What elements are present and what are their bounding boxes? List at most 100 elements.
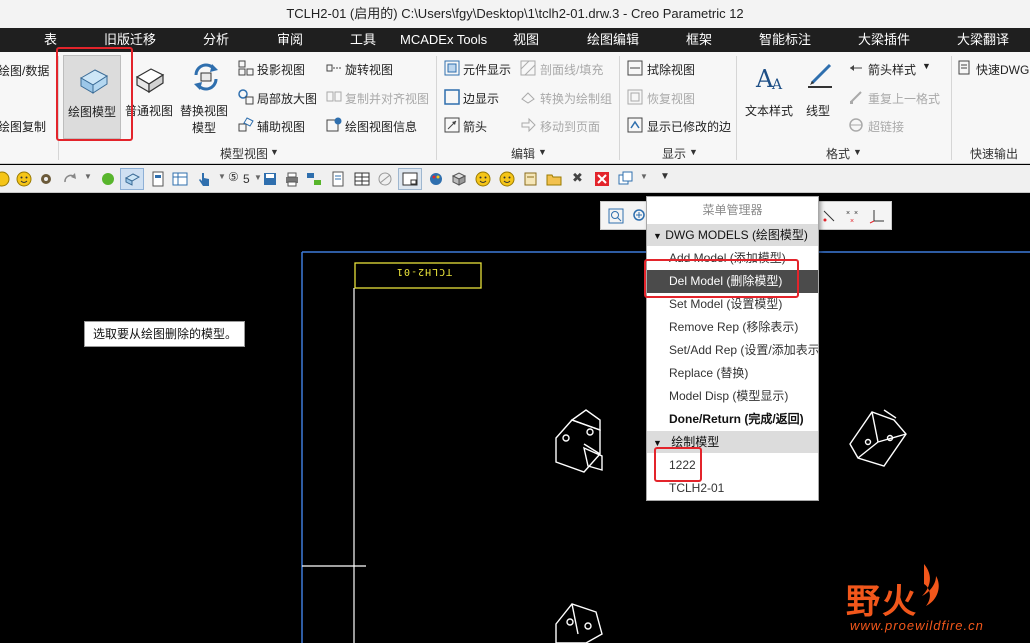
redo-icon[interactable] (62, 171, 78, 187)
table-grid-icon[interactable] (172, 171, 188, 187)
menu-item-replace[interactable]: Replace (替换) (647, 362, 818, 385)
auxiliary-view-icon (238, 117, 254, 132)
replace-view-model-button[interactable]: 替换视图 模型 (178, 55, 232, 139)
smiley-icon[interactable] (16, 171, 32, 187)
chevron-down-icon[interactable]: ▼ (689, 147, 698, 157)
detailed-view-icon (238, 89, 254, 105)
tab-table[interactable]: 表 (44, 28, 57, 52)
erase-view-button[interactable]: 拭除视图 (647, 61, 695, 78)
folder-icon[interactable] (546, 171, 562, 187)
resume-view-button[interactable]: 恢复视图 (647, 90, 695, 107)
replace-view-icon (194, 63, 218, 91)
general-view-button[interactable]: 普通视图 (123, 55, 175, 139)
draw-models-header-label: 绘制模型 (671, 435, 720, 449)
sheet-display-toggle[interactable] (398, 168, 422, 190)
drawing-data-button[interactable]: 绘图/数据 (0, 62, 49, 79)
table-icon[interactable] (354, 171, 370, 187)
menu-item-remove-rep[interactable]: Remove Rep (移除表示) (647, 316, 818, 339)
dwg-models-header[interactable]: ▼ DWG MODELS (绘图模型) (647, 224, 818, 246)
text-style-button[interactable]: A A 文本样式 (742, 55, 798, 139)
zoom-fit-icon[interactable] (608, 208, 624, 224)
coordinate-system-icon[interactable] (869, 208, 885, 224)
repeat-last-format-button[interactable]: 重复上一格式 (868, 90, 940, 107)
print-icon[interactable] (284, 171, 300, 187)
chevron-down-icon[interactable]: ▼ (218, 172, 226, 181)
menu-item-del-model[interactable]: Del Model (删除模型) (647, 270, 818, 293)
line-style-button[interactable]: 线型 (800, 55, 838, 139)
color-palette-icon[interactable] (428, 171, 444, 187)
tab-review[interactable]: 审阅 (277, 28, 303, 52)
settings-gear-icon[interactable] (38, 171, 54, 187)
tab-tools[interactable]: 工具 (350, 28, 376, 52)
close-small-icon[interactable]: ✖ (572, 170, 583, 186)
edge-display-button[interactable]: 边显示 (463, 90, 499, 107)
edit-group-label[interactable]: 编辑 (511, 145, 535, 162)
step-selector[interactable]: ⑤ 5 ▼ (228, 169, 264, 189)
menu-item-done-return[interactable]: Done/Return (完成/返回) (647, 408, 818, 431)
tab-mcadex-tools[interactable]: MCADEx Tools (400, 28, 487, 52)
display-group-label[interactable]: 显示 (662, 145, 686, 162)
draw-model-toggle[interactable] (120, 168, 144, 190)
arrow-button[interactable]: 箭头 (463, 118, 487, 135)
chevron-down-icon[interactable]: ▼ (853, 147, 862, 157)
page-icon[interactable] (150, 171, 166, 187)
notes-icon[interactable] (523, 171, 539, 187)
draw-models-header[interactable]: ▼ 绘制模型 (647, 431, 818, 453)
smiley-icon[interactable] (0, 171, 10, 187)
convert-to-group-button[interactable]: 转换为绘制组 (540, 90, 612, 107)
customize-toolbar-icon[interactable]: ▼ (660, 171, 670, 182)
chevron-down-icon[interactable]: ▼ (538, 147, 547, 157)
component-display-button[interactable]: 元件显示 (463, 61, 511, 78)
erase-view-icon (627, 60, 643, 76)
menu-item-set-model[interactable]: Set Model (设置模型) (647, 293, 818, 316)
detailed-view-button[interactable]: 局部放大图 (257, 90, 317, 107)
model-tree-icon[interactable] (306, 171, 322, 187)
chevron-down-icon[interactable]: ▼ (270, 147, 279, 157)
projection-view-button[interactable]: 投影视图 (257, 61, 305, 78)
cross-hatch-button[interactable]: 剖面线/填充 (540, 61, 603, 78)
model-list-item[interactable]: 1222 (647, 454, 818, 477)
model-views-group-label[interactable]: 模型视图 (220, 145, 268, 162)
document-icon[interactable] (330, 171, 346, 187)
tab-smart-dimension[interactable]: 智能标注 (759, 28, 811, 52)
quick-dwg-button[interactable]: 快速DWG (976, 61, 1029, 78)
drawing-view-info-icon (326, 117, 342, 132)
smiley-icon[interactable] (499, 171, 515, 187)
save-icon[interactable] (262, 171, 278, 187)
move-to-page-button[interactable]: 移动到页面 (540, 118, 600, 135)
revolved-view-button[interactable]: 旋转视图 (345, 61, 393, 78)
tab-view[interactable]: 视图 (513, 28, 539, 52)
smiley-icon[interactable] (475, 171, 491, 187)
format-group-label[interactable]: 格式 (826, 145, 850, 162)
draw-model-button[interactable]: 绘图模型 (63, 55, 121, 139)
layer-icon[interactable] (377, 171, 393, 187)
drawing-copy-button[interactable]: 绘图复制 (0, 118, 46, 135)
drawing-view-info-button[interactable]: 绘图视图信息 (345, 118, 417, 135)
menu-item-model-disp[interactable]: Model Disp (模型显示) (647, 385, 818, 408)
arrow-style-button[interactable]: 箭头样式 (868, 61, 916, 78)
tab-analysis[interactable]: 分析 (203, 28, 229, 52)
chevron-down-icon[interactable]: ▼ (84, 172, 92, 181)
datum-display-icon[interactable] (821, 208, 837, 224)
datum-points-icon[interactable]: × ×× (845, 208, 861, 224)
auxiliary-view-button[interactable]: 辅助视图 (257, 118, 305, 135)
hand-pointer-icon[interactable] (196, 171, 212, 187)
model-list-item[interactable]: TCLH2-01 (647, 477, 818, 500)
menu-item-set-add-rep[interactable]: Set/Add Rep (设置/添加表示) (647, 339, 818, 362)
close-window-icon[interactable] (594, 171, 610, 187)
chevron-down-icon[interactable]: ▼ (922, 61, 931, 71)
tab-beam-plugin[interactable]: 大梁插件 (858, 28, 910, 52)
hyperlink-button[interactable]: 超链接 (868, 118, 904, 135)
window-switch-icon[interactable] (618, 171, 634, 187)
menu-item-add-model[interactable]: Add Model (添加模型) (647, 247, 818, 270)
copy-align-view-button[interactable]: 复制并对齐视图 (345, 90, 429, 107)
tab-drawing-edit[interactable]: 绘图编辑 (587, 28, 639, 52)
green-dot-icon[interactable] (100, 171, 116, 187)
line-style-label: 线型 (806, 104, 831, 118)
tab-legacy-migration[interactable]: 旧版迁移 (104, 28, 156, 52)
cube-icon[interactable] (451, 171, 467, 187)
show-modified-edges-button[interactable]: 显示已修改的边 (647, 118, 731, 135)
chevron-down-icon[interactable]: ▼ (640, 172, 648, 181)
tab-frame[interactable]: 框架 (686, 28, 712, 52)
tab-beam-translate[interactable]: 大梁翻译 (957, 28, 1009, 52)
